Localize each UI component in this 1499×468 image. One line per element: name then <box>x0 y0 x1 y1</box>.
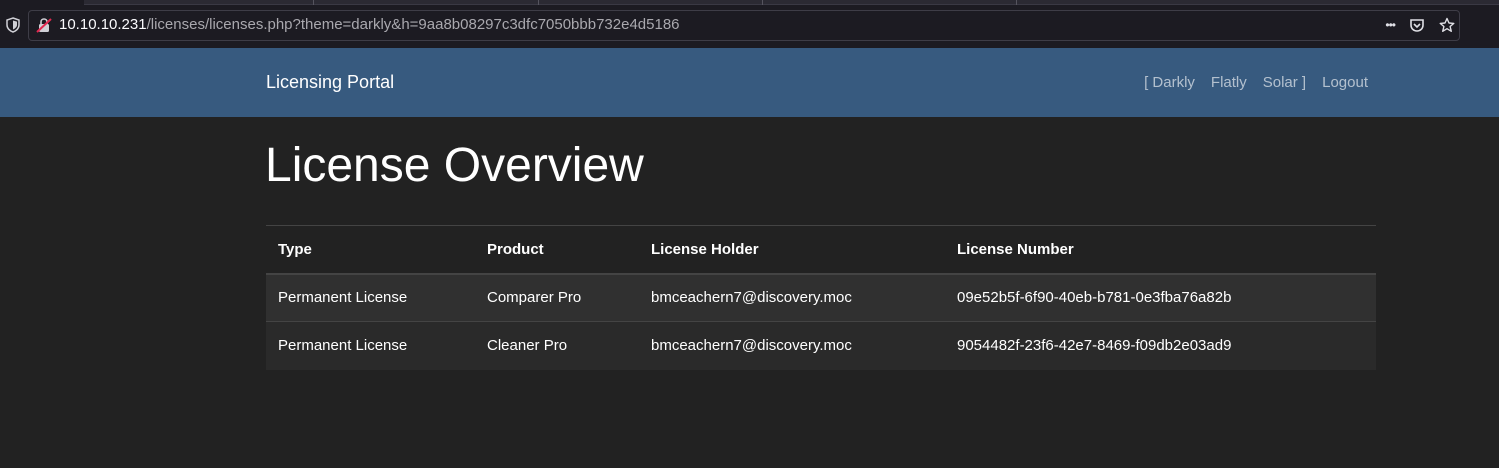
nav-link-flatly[interactable]: Flatly <box>1211 74 1247 91</box>
tab-strip <box>84 0 1499 5</box>
nav-link-logout[interactable]: Logout <box>1322 74 1368 91</box>
url-text[interactable]: 10.10.10.231/licenses/licenses.php?theme… <box>59 16 680 33</box>
browser-chrome: 10.10.10.231/licenses/licenses.php?theme… <box>0 0 1499 48</box>
pocket-icon[interactable] <box>1409 17 1425 33</box>
cell-product: Cleaner Pro <box>475 321 639 370</box>
cell-license-number: 09e52b5f-6f90-40eb-b781-0e3fba76a82b <box>945 273 1376 322</box>
url-actions: ••• <box>1385 17 1455 33</box>
cell-type: Permanent License <box>266 273 475 322</box>
tab-separator <box>762 0 763 5</box>
table-header-row: Type Product License Holder License Numb… <box>266 225 1376 275</box>
navbar: Licensing Portal [ Darkly Flatly Solar ]… <box>0 48 1499 117</box>
brand-link[interactable]: Licensing Portal <box>266 72 394 93</box>
nav-link-solar[interactable]: Solar ] <box>1263 74 1306 91</box>
nav-links: [ Darkly Flatly Solar ] Logout <box>1144 74 1368 91</box>
cell-license-number: 9054482f-23f6-42e7-8469-f09db2e03ad9 <box>945 321 1376 370</box>
nav-link-darkly[interactable]: [ Darkly <box>1144 74 1195 91</box>
cell-type: Permanent License <box>266 321 475 370</box>
insecure-lock-icon[interactable] <box>36 17 52 33</box>
page-actions-menu-icon[interactable]: ••• <box>1385 17 1396 33</box>
page-title: License Overview <box>265 139 644 192</box>
column-header-type: Type <box>266 225 475 275</box>
bookmark-star-icon[interactable] <box>1439 17 1455 33</box>
table-row: Permanent License Cleaner Pro bmceachern… <box>266 321 1376 370</box>
table-row: Permanent License Comparer Pro bmceacher… <box>266 273 1376 322</box>
cell-product: Comparer Pro <box>475 273 639 322</box>
column-header-license-holder: License Holder <box>639 225 945 275</box>
tab-separator <box>1016 0 1017 5</box>
cell-license-holder: bmceachern7@discovery.moc <box>639 273 945 322</box>
tracking-protection-shield-icon[interactable] <box>6 17 20 33</box>
cell-license-holder: bmceachern7@discovery.moc <box>639 321 945 370</box>
column-header-license-number: License Number <box>945 225 1376 275</box>
url-path: /licenses/licenses.php?theme=darkly&h=9a… <box>146 16 680 33</box>
license-table: Type Product License Holder License Numb… <box>266 225 1376 370</box>
tab-separator <box>538 0 539 5</box>
url-host: 10.10.10.231 <box>59 16 147 33</box>
tab-separator <box>313 0 314 5</box>
column-header-product: Product <box>475 225 639 275</box>
